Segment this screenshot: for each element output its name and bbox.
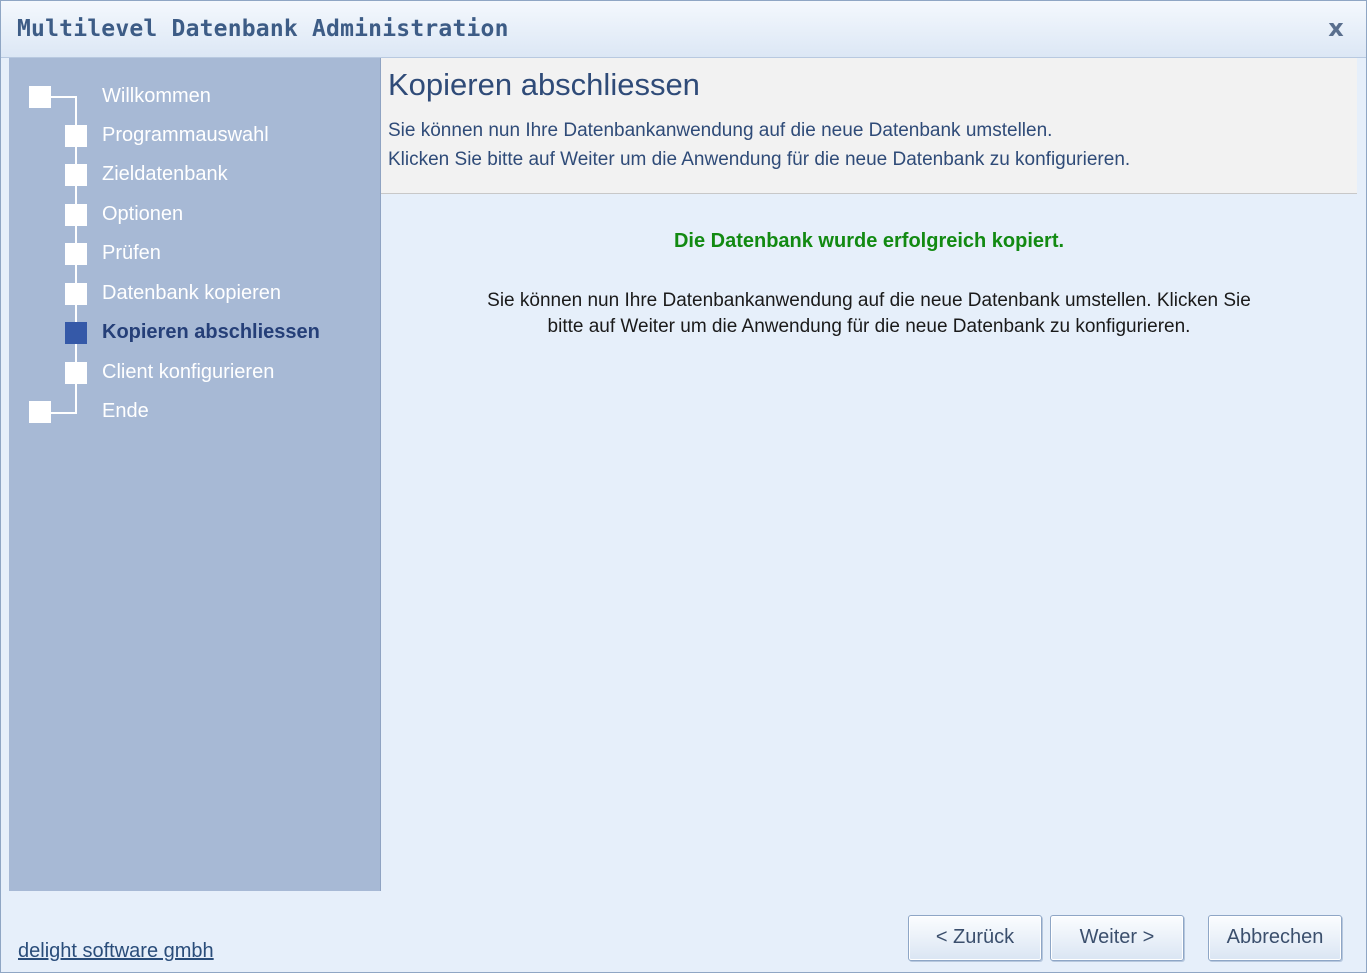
- step-kopieren-abschliessen[interactable]: Kopieren abschliessen: [9, 316, 380, 350]
- wizard-steps-sidebar: Willkommen Programmauswahl Zieldatenbank…: [9, 58, 381, 891]
- page-header: Kopieren abschliessen Sie können nun Ihr…: [381, 58, 1357, 194]
- step-client-konfigurieren[interactable]: Client konfigurieren: [9, 356, 380, 390]
- step-label: Ende: [102, 400, 149, 422]
- step-label: Prüfen: [102, 242, 161, 264]
- step-ende[interactable]: Ende: [9, 395, 380, 429]
- step-optionen[interactable]: Optionen: [9, 198, 380, 232]
- step-label: Datenbank kopieren: [102, 282, 282, 304]
- step-label: Kopieren abschliessen: [102, 321, 320, 343]
- step-willkommen[interactable]: Willkommen: [9, 80, 380, 114]
- step-marker-icon: [65, 322, 87, 344]
- description-line-2: Klicken Sie bitte auf Weiter um die Anwe…: [388, 149, 1131, 170]
- wizard-window: Multilevel Datenbank Administration x Wi…: [0, 0, 1367, 973]
- step-label: Zieldatenbank: [102, 163, 228, 185]
- cancel-button[interactable]: Abbrechen: [1208, 915, 1342, 961]
- page-title: Kopieren abschliessen: [388, 67, 700, 102]
- page-description: Sie können nun Ihre Datenbankanwendung a…: [388, 116, 1130, 174]
- info-text: Sie können nun Ihre Datenbankanwendung a…: [487, 290, 1251, 337]
- step-label: Willkommen: [102, 85, 211, 107]
- step-zieldatenbank[interactable]: Zieldatenbank: [9, 158, 380, 192]
- step-marker-icon: [65, 204, 87, 226]
- step-marker-icon: [29, 86, 51, 108]
- step-label: Optionen: [102, 203, 184, 225]
- back-button[interactable]: < Zurück: [908, 915, 1042, 961]
- step-marker-icon: [29, 401, 51, 423]
- next-button[interactable]: Weiter >: [1050, 915, 1184, 961]
- step-marker-icon: [65, 362, 87, 384]
- step-marker-icon: [65, 164, 87, 186]
- step-programmauswahl[interactable]: Programmauswahl: [9, 119, 380, 153]
- step-datenbank-kopieren[interactable]: Datenbank kopieren: [9, 277, 380, 311]
- title-bar[interactable]: Multilevel Datenbank Administration x: [1, 1, 1366, 58]
- step-label: Client konfigurieren: [102, 361, 275, 383]
- step-label: Programmauswahl: [102, 124, 269, 146]
- close-icon[interactable]: x: [1324, 15, 1348, 41]
- description-line-1: Sie können nun Ihre Datenbankanwendung a…: [388, 120, 1053, 141]
- step-marker-icon: [65, 243, 87, 265]
- step-pruefen[interactable]: Prüfen: [9, 237, 380, 271]
- window-title: Multilevel Datenbank Administration: [17, 16, 509, 42]
- company-link[interactable]: delight software gmbh: [18, 940, 214, 963]
- step-marker-icon: [65, 283, 87, 305]
- content-area: Die Datenbank wurde erfolgreich kopiert.…: [381, 194, 1357, 891]
- step-marker-icon: [65, 125, 87, 147]
- success-message: Die Datenbank wurde erfolgreich kopiert.: [673, 230, 1065, 252]
